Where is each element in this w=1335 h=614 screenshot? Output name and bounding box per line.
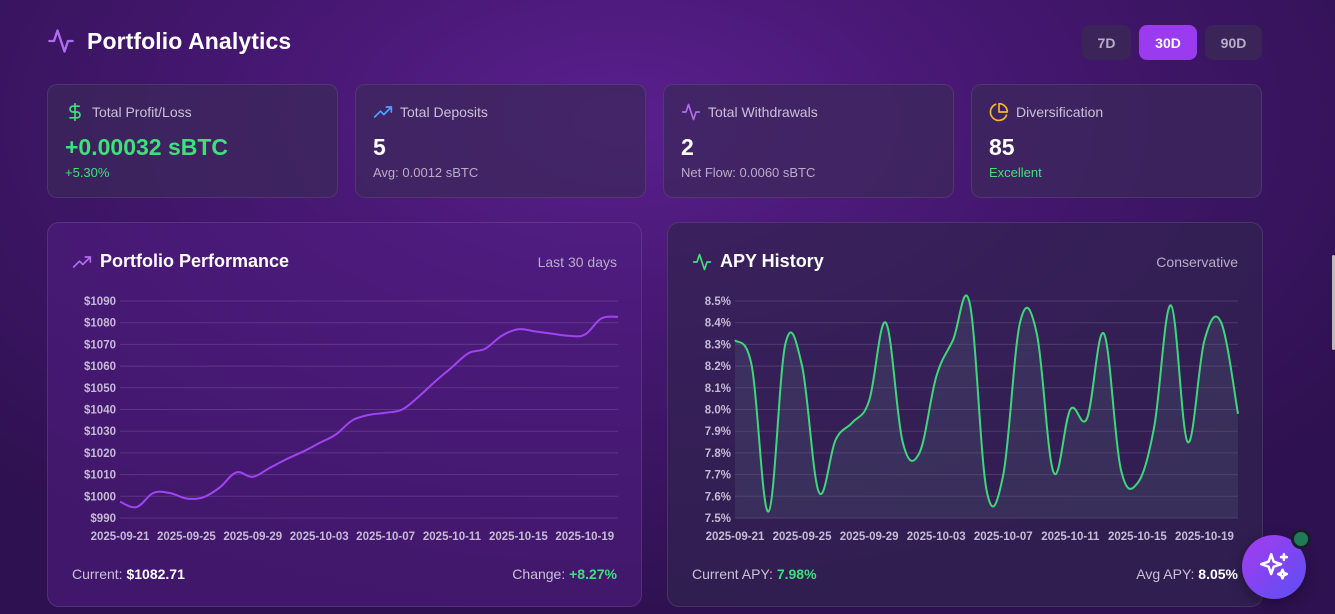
stat-card-withdrawals: Total Withdrawals 2 Net Flow: 0.0060 sBT…: [663, 84, 954, 198]
x-tick-label: 2025-09-21: [91, 531, 150, 543]
stat-card-profit-loss: Total Profit/Loss +0.00032 sBTC +5.30%: [47, 84, 338, 198]
card-title: APY History: [720, 251, 824, 271]
x-tick-label: 2025-10-11: [1041, 531, 1100, 543]
stats-row: Total Profit/Loss +0.00032 sBTC +5.30% T…: [47, 84, 1262, 198]
activity-icon: [681, 103, 701, 121]
activity-icon: [48, 29, 74, 53]
portfolio-performance-card: $1090 $1080 $1070 $1060 $1050 $1040 $1030 $1020…: [47, 222, 642, 607]
x-tick-label: 2025-10-19: [1175, 531, 1234, 543]
apy-history-chart: 8.5% 8.4% 8.3% 8.2% 8.1% 8.0% 7.9% 7.8% 7.7% 7.6%…: [705, 294, 1239, 543]
x-tick-label: 2025-10-19: [555, 531, 614, 543]
stat-sub: Avg: 0.0012 sBTC: [373, 165, 479, 180]
stat-value: 85: [989, 134, 1015, 160]
y-tick-label: 7.6%: [705, 491, 731, 503]
sparkles-icon: [1259, 552, 1289, 580]
y-tick-label: 7.7%: [705, 470, 731, 482]
stat-label: Diversification: [1016, 104, 1104, 120]
x-tick-label: 2025-10-07: [356, 531, 415, 543]
stat-value: 2: [681, 134, 694, 160]
x-tick-label: 2025-10-11: [423, 531, 482, 543]
stat-label: Total Withdrawals: [708, 104, 818, 120]
x-tick-label: 2025-09-29: [223, 531, 282, 543]
x-tick-label: 2025-10-03: [290, 531, 349, 543]
y-tick-label: $1050: [84, 383, 116, 395]
y-tick-label: $1020: [84, 448, 116, 460]
dollar-icon: [69, 102, 81, 122]
y-tick-label: $1090: [84, 296, 116, 308]
notification-dot: [1291, 529, 1311, 549]
trending-up-icon: [72, 255, 92, 268]
stat-label: Total Deposits: [400, 104, 488, 120]
current-value-readout: Current: $1082.71: [72, 566, 185, 582]
strategy-label: Conservative: [1156, 253, 1238, 270]
y-tick-label: $1000: [84, 491, 116, 503]
y-tick-label: $1060: [84, 361, 116, 373]
y-tick-label: $1080: [84, 318, 116, 330]
y-tick-label: 7.9%: [705, 426, 731, 438]
y-tick-label: $1030: [84, 426, 116, 438]
time-range-selector: 7D 30D 90D: [1082, 25, 1262, 60]
x-tick-label: 2025-09-25: [773, 531, 832, 543]
y-tick-label: $1040: [84, 405, 116, 417]
apy-history-card: 8.5% 8.4% 8.3% 8.2% 8.1% 8.0% 7.9% 7.8% 7.7% 7.6%…: [667, 222, 1263, 607]
y-tick-label: 7.8%: [705, 448, 731, 460]
stat-sub: +5.30%: [65, 165, 110, 180]
y-tick-label: 8.1%: [705, 383, 731, 395]
y-tick-label: $1070: [84, 339, 116, 351]
range-30d-button[interactable]: 30D: [1139, 25, 1197, 60]
x-tick-label: 2025-10-07: [974, 531, 1033, 543]
x-tick-label: 2025-09-29: [840, 531, 899, 543]
x-tick-label: 2025-10-03: [907, 531, 966, 543]
page-header: Portfolio Analytics: [47, 27, 291, 55]
activity-icon: [692, 253, 712, 270]
stat-value: 5: [373, 134, 386, 160]
x-tick-label: 2025-10-15: [489, 531, 548, 543]
stat-card-deposits: Total Deposits 5 Avg: 0.0012 sBTC: [355, 84, 646, 198]
avg-apy-readout: Avg APY: 8.05%: [1136, 566, 1238, 582]
y-tick-label: 8.3%: [705, 339, 731, 351]
stat-sub: Net Flow: 0.0060 sBTC: [681, 165, 816, 180]
stat-sub: Excellent: [989, 165, 1042, 180]
stat-card-diversification: Diversification 85 Excellent: [971, 84, 1262, 198]
x-tick-label: 2025-10-15: [1108, 531, 1167, 543]
card-title: Portfolio Performance: [100, 251, 290, 271]
x-tick-label: 2025-09-25: [157, 531, 216, 543]
card-period: Last 30 days: [537, 253, 617, 270]
portfolio-performance-chart: $1090 $1080 $1070 $1060 $1050 $1040 $1030 $1020…: [84, 296, 619, 543]
y-tick-label: 8.4%: [705, 318, 731, 330]
range-90d-button[interactable]: 90D: [1205, 25, 1262, 60]
y-tick-label: $990: [90, 513, 116, 525]
change-readout: Change: +8.27%: [512, 566, 617, 582]
trending-up-icon: [373, 106, 393, 118]
stat-value: +0.00032 sBTC: [65, 134, 229, 160]
range-7d-button[interactable]: 7D: [1082, 25, 1131, 60]
x-tick-label: 2025-09-21: [706, 531, 765, 543]
y-tick-label: 8.2%: [705, 361, 731, 373]
pie-chart-icon: [989, 102, 1009, 122]
y-tick-label: 8.5%: [705, 296, 731, 308]
stat-label: Total Profit/Loss: [92, 104, 192, 120]
current-apy-readout: Current APY: 7.98%: [692, 566, 817, 582]
series-line: [119, 315, 619, 509]
y-tick-label: 7.5%: [705, 513, 731, 525]
page-title: Portfolio Analytics: [87, 27, 292, 54]
y-tick-label: $1010: [84, 470, 116, 482]
y-tick-label: 8.0%: [705, 405, 731, 417]
